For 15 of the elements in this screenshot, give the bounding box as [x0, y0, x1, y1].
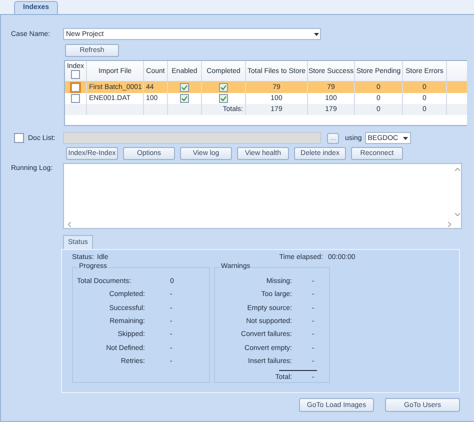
checkbox[interactable]	[71, 83, 80, 92]
caret-icon	[312, 32, 320, 36]
scroll-up-icon[interactable]	[454, 168, 460, 171]
checkbox[interactable]	[71, 70, 80, 79]
caret-icon	[402, 136, 410, 140]
running-log-area[interactable]	[63, 163, 462, 229]
checkbox[interactable]	[180, 83, 189, 92]
scroll-right-icon[interactable]	[448, 222, 451, 226]
scroll-left-icon[interactable]	[68, 222, 71, 226]
scroll-down-icon[interactable]	[454, 213, 460, 216]
checkbox[interactable]	[219, 83, 228, 92]
checkbox[interactable]	[71, 94, 80, 103]
checkbox[interactable]	[14, 133, 24, 143]
checkbox[interactable]	[180, 94, 189, 103]
checkbox[interactable]	[219, 94, 228, 103]
